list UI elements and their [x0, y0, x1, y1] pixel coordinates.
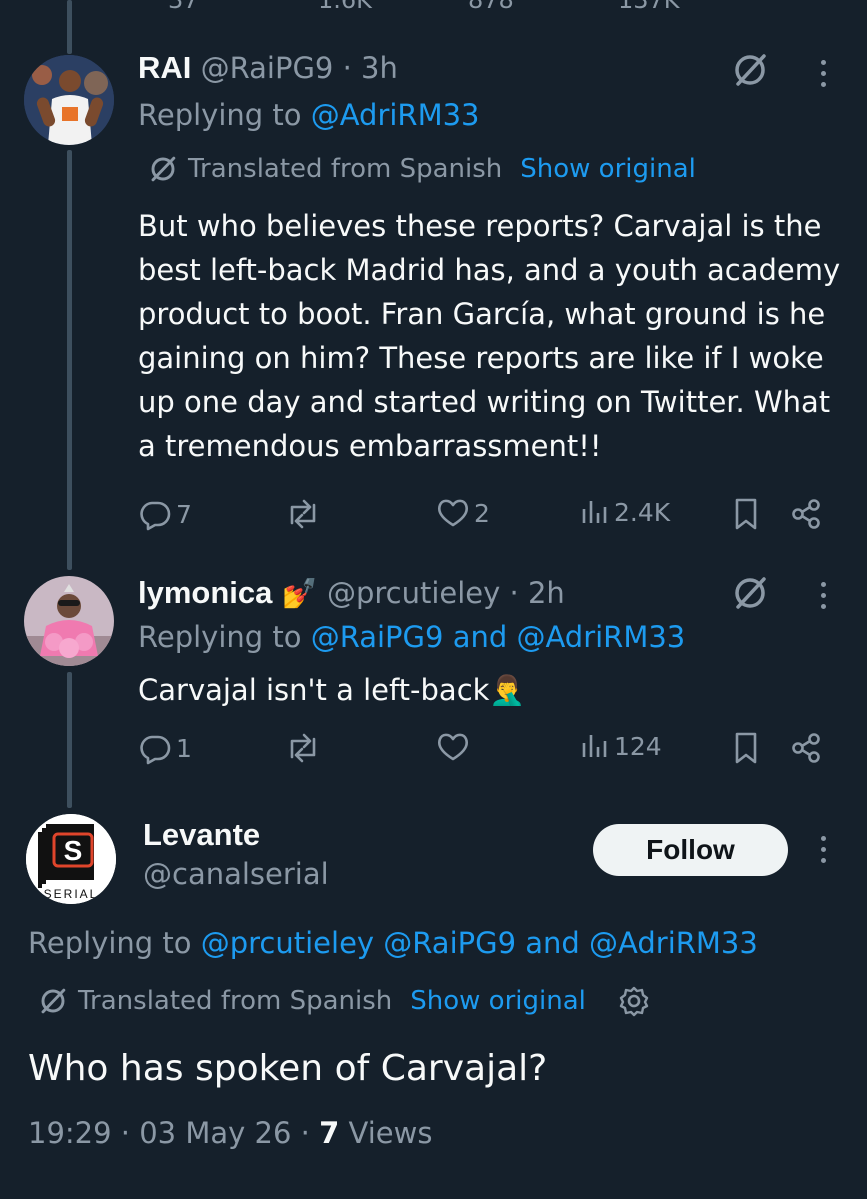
view-count: 2.4K	[614, 497, 671, 527]
tweet-date[interactable]: 03 May 26	[139, 1116, 291, 1150]
bookmark-button[interactable]	[732, 497, 760, 531]
display-name[interactable]: RAI	[138, 50, 191, 85]
like-button[interactable]	[436, 731, 474, 763]
translate-grok-icon	[41, 988, 66, 1014]
reply-button[interactable]: 1	[138, 731, 192, 765]
views-label[interactable]: Views	[349, 1116, 433, 1150]
tweet-actions: 1 124	[138, 731, 838, 771]
show-original-link[interactable]: Show original	[520, 154, 696, 184]
reply-count: 7	[176, 499, 192, 529]
repost-button[interactable]	[284, 497, 326, 531]
heart-icon	[438, 733, 468, 761]
share-button[interactable]	[790, 731, 824, 765]
avatar-word: SERIAL	[44, 887, 99, 901]
player-avatar-image	[24, 55, 114, 145]
display-name[interactable]: lymonica	[138, 575, 272, 610]
timestamp[interactable]: 2h	[528, 576, 565, 610]
translation-bar: Translated from Spanish Show original	[38, 985, 650, 1017]
tweet-text: But who believes these reports? Carvajal…	[138, 209, 841, 463]
like-button[interactable]: 2	[436, 497, 490, 529]
previous-tweet-actions: 37 1.6K 878 137K	[138, 0, 838, 14]
repost-icon	[290, 733, 316, 763]
tweet-text: Who has spoken of Carvajal?	[28, 1048, 548, 1089]
replying-to: Replying to @AdriRM33	[138, 98, 480, 132]
like-count: 2	[474, 498, 490, 528]
reply-count: 1	[176, 733, 192, 763]
avatar[interactable]	[24, 576, 114, 666]
avatar[interactable]: S SERIAL	[26, 814, 116, 904]
replying-to-link[interactable]: @RaiPG9 and @AdriRM33	[311, 620, 686, 654]
views-button[interactable]: 124	[580, 731, 662, 761]
replying-to: Replying to @prcutieley @RaiPG9 and @Adr…	[28, 926, 758, 960]
handle[interactable]: @prcutieley	[327, 576, 500, 610]
reply-icon	[140, 735, 171, 765]
thread-line-bottom	[67, 672, 72, 808]
more-options-icon[interactable]	[818, 582, 828, 612]
views-count[interactable]: 7	[319, 1116, 339, 1150]
show-original-link[interactable]: Show original	[410, 986, 586, 1016]
replying-to-link[interactable]: @AdriRM33	[311, 98, 480, 132]
translation-bar: Translated from Spanish Show original	[148, 154, 696, 184]
tweet-time[interactable]: 19:29	[28, 1116, 112, 1150]
heart-icon	[438, 499, 468, 527]
replying-to-link[interactable]: @prcutieley @RaiPG9 and @AdriRM33	[201, 926, 758, 960]
timestamp[interactable]: 3h	[361, 51, 398, 85]
avatar-letter: S	[64, 835, 83, 866]
grok-icon[interactable]	[732, 575, 768, 611]
follow-button[interactable]: Follow	[593, 824, 788, 876]
repost-icon	[290, 499, 316, 529]
reply-button[interactable]: 7	[138, 497, 192, 531]
tweet-meta: 19:29 · 03 May 26 · 7 Views	[28, 1116, 433, 1150]
views-icon	[582, 501, 607, 523]
thread-line-top	[67, 0, 72, 54]
reply-icon	[140, 501, 171, 531]
translated-label: Translated from Spanish	[188, 154, 503, 184]
avatar[interactable]	[24, 55, 114, 145]
previous-repost-count[interactable]: 1.6K	[318, 0, 372, 14]
share-button[interactable]	[790, 497, 824, 531]
more-options-icon[interactable]	[818, 60, 828, 90]
share-icon	[792, 733, 820, 763]
bookmark-button[interactable]	[732, 731, 760, 765]
more-options-icon[interactable]	[818, 836, 828, 866]
thread-line-mid	[67, 150, 72, 570]
previous-view-count[interactable]: 137K	[618, 0, 680, 14]
share-icon	[792, 499, 820, 529]
settings-gear-icon[interactable]	[618, 985, 650, 1017]
tweet-actions: 7 2 2.4K	[138, 497, 838, 537]
display-name[interactable]: Levante	[143, 817, 260, 852]
bookmark-icon	[735, 732, 757, 764]
view-count: 124	[614, 731, 662, 761]
previous-like-count[interactable]: 878	[468, 0, 514, 14]
replying-to: Replying to @RaiPG9 and @AdriRM33	[138, 620, 686, 654]
tweet-text: Carvajal isn't a left-back🤦‍♂️	[138, 673, 526, 707]
translate-grok-icon	[151, 156, 176, 182]
serial-logo: S SERIAL	[26, 814, 116, 904]
tweet-header: lymonica 💅 @prcutieley · 2h	[138, 575, 565, 610]
handle[interactable]: @canalserial	[143, 857, 329, 891]
handle-row: @canalserial	[143, 857, 329, 891]
repost-button[interactable]	[284, 731, 326, 765]
bookmark-icon	[735, 498, 757, 530]
display-name-row: Levante	[143, 817, 260, 853]
views-button[interactable]: 2.4K	[580, 497, 670, 527]
views-icon	[582, 735, 607, 757]
grok-icon[interactable]	[732, 52, 768, 88]
handle[interactable]: @RaiPG9	[201, 51, 334, 85]
girl-avatar-image	[24, 576, 114, 666]
tweet-header: RAI @RaiPG9 · 3h	[138, 50, 398, 85]
translated-label: Translated from Spanish	[78, 986, 393, 1016]
name-emoji: 💅	[281, 576, 318, 610]
previous-reply-count[interactable]: 37	[168, 0, 199, 14]
